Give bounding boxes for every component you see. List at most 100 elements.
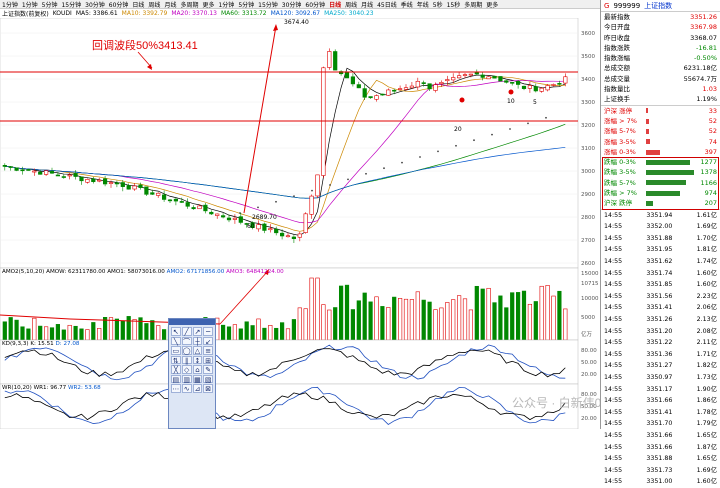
tick-time: 14:55 [604, 258, 623, 266]
price-tick: 2800 [581, 215, 595, 221]
draw-tool-icon[interactable]: ╱ [181, 327, 192, 336]
draw-tool-icon[interactable]: ▧ [203, 374, 213, 384]
draw-tool-icon[interactable]: ◇ [181, 365, 192, 374]
draw-tool-icon[interactable]: ↙ [203, 336, 213, 346]
candle-body [421, 82, 426, 84]
draw-tool-icon[interactable]: ▥ [181, 374, 192, 384]
period-tab[interactable]: 5秒 [431, 0, 445, 9]
candle-body [297, 233, 302, 238]
indicator-name[interactable]: KOUDI [53, 10, 72, 17]
quote-row: 指数量比 1.03 [601, 84, 720, 94]
index-name[interactable]: 上证指数(前复权) [2, 9, 49, 18]
breadth-row[interactable]: 涨幅 0-3% 397 [601, 147, 720, 157]
breadth-row[interactable]: 跌幅 5-7% 1166 [601, 178, 720, 188]
draw-tool-icon[interactable]: ⌂ [192, 365, 203, 374]
tick-price: 3351.88 [646, 234, 673, 242]
period-tab[interactable]: 1分钟 [20, 0, 40, 9]
tick-price: 3351.85 [646, 281, 673, 289]
candle-body [374, 95, 379, 100]
period-tab[interactable]: 60分钟 [303, 0, 327, 9]
draw-tool-icon[interactable]: ∿ [181, 384, 192, 393]
draw-tool-icon[interactable]: ▤ [171, 374, 181, 384]
breadth-row[interactable]: 涨幅 3-5% 74 [601, 137, 720, 147]
breadth-row[interactable]: 跌幅 > 7% 974 [601, 188, 720, 198]
period-tab[interactable]: 月线 [359, 0, 375, 9]
draw-tool-icon[interactable]: ┼ [192, 336, 203, 346]
breadth-row[interactable]: 沪深 涨停 33 [601, 106, 720, 116]
period-tab[interactable]: 1分钟 [216, 0, 236, 9]
draw-tool-icon[interactable]: ╲ [171, 336, 181, 346]
period-tab[interactable]: 1分钟 [0, 0, 20, 9]
candle-body [333, 51, 338, 71]
period-tab[interactable]: 周线 [146, 0, 162, 9]
period-tab[interactable]: 周线 [343, 0, 359, 9]
period-tab[interactable]: 多周期 [462, 0, 484, 9]
period-tab[interactable]: 更多 [200, 0, 216, 9]
tick-row: 14:55 3351.41 2.06亿 [601, 302, 720, 314]
draw-tool-icon[interactable]: ⊿ [192, 384, 203, 393]
period-tab[interactable]: 15分钟 [256, 0, 280, 9]
drawing-toolbox[interactable]: ↖ ╱ ↗ ─ ╲ ⌒ ┼ ↙ ▭ ◯ △ ≡ ⇅ ∥ ↕ ⊞ ╳ ◇ ⌂ ✎ ▤ ▥ ▦ ▧ ⋯ ∿ ⊿ ⊠ [168, 318, 216, 429]
quote-label: 总成交量 [604, 74, 630, 83]
breadth-row[interactable]: 涨幅 > 7% 52 [601, 116, 720, 126]
breadth-row[interactable]: 跌幅 3-5% 1378 [601, 167, 720, 177]
draw-tool-icon[interactable]: ▭ [171, 346, 181, 355]
period-tab[interactable]: 年线 [415, 0, 431, 9]
period-tab[interactable]: 30分钟 [280, 0, 304, 9]
draw-tool-icon[interactable]: ↖ [171, 327, 181, 336]
breadth-bar [646, 159, 691, 165]
draw-tool-icon[interactable]: ↗ [192, 327, 203, 336]
period-tab[interactable]: 45日线 [375, 0, 399, 9]
candle-body [162, 194, 167, 200]
volume-bar [415, 291, 420, 341]
draw-tool-icon[interactable]: ≡ [203, 346, 213, 355]
volume-bar [504, 307, 509, 341]
draw-tool-icon[interactable]: ↕ [192, 355, 203, 365]
volume-bar [291, 319, 297, 341]
period-tab[interactable]: 日线 [327, 0, 343, 9]
breadth-bar-track [646, 200, 695, 206]
period-tab[interactable]: 月线 [162, 0, 178, 9]
draw-tool-icon[interactable]: ⊞ [203, 355, 213, 365]
period-tab[interactable]: 5分钟 [236, 0, 256, 9]
period-tab[interactable]: 更多 [484, 0, 500, 9]
draw-tool-icon[interactable]: ⇅ [171, 355, 181, 365]
candle-body [279, 232, 285, 237]
draw-tool-icon[interactable]: ∥ [181, 355, 192, 365]
candle-body [303, 213, 308, 233]
tick-volume: 1.60亿 [696, 281, 717, 289]
draw-tool-icon[interactable]: ▦ [192, 374, 203, 384]
period-tab[interactable]: 日线 [130, 0, 146, 9]
draw-tool-icon[interactable]: △ [192, 346, 203, 355]
draw-tool-icon[interactable]: ╳ [171, 365, 181, 374]
draw-tool-icon[interactable]: ◯ [181, 346, 192, 355]
low-sub-label: 60 [247, 223, 255, 230]
period-tab[interactable]: 15秒 [445, 0, 463, 9]
period-tab[interactable]: 60分钟 [107, 0, 131, 9]
candle-body [527, 85, 532, 89]
volume-bar [515, 292, 521, 341]
period-tab[interactable]: 30分钟 [83, 0, 107, 9]
draw-tool-icon[interactable]: ─ [203, 327, 213, 336]
period-tab[interactable]: 15分钟 [59, 0, 83, 9]
period-tab[interactable]: 多周期 [178, 0, 200, 9]
breadth-value: 1277 [700, 158, 717, 167]
kline-chart-area[interactable]: 回调波段50%3413.41 3674.40 2689.70 60 20 10 … [0, 18, 600, 429]
period-tab[interactable]: 季线 [399, 0, 415, 9]
tick-row: 14:55 3351.74 1.60亿 [601, 268, 720, 280]
draw-tool-icon[interactable]: ⋯ [171, 384, 181, 393]
breadth-row[interactable]: 沪深 跌停 207 [601, 198, 720, 208]
breadth-label: 涨幅 0-3% [604, 147, 636, 156]
breadth-row[interactable]: 跌幅 0-3% 1277 [601, 157, 720, 167]
breadth-row[interactable]: 涨幅 5-7% 52 [601, 126, 720, 136]
volume-bar [2, 321, 7, 341]
period-tab[interactable]: 5分钟 [40, 0, 60, 9]
volume-bar [97, 328, 102, 341]
draw-tool-icon[interactable]: ⊠ [203, 384, 213, 393]
volume-bar [244, 321, 249, 341]
tick-time: 14:55 [604, 223, 623, 231]
candle-body [468, 73, 474, 76]
draw-tool-icon[interactable]: ✎ [203, 365, 213, 374]
candle-body [539, 87, 544, 92]
draw-tool-icon[interactable]: ⌒ [181, 336, 192, 346]
